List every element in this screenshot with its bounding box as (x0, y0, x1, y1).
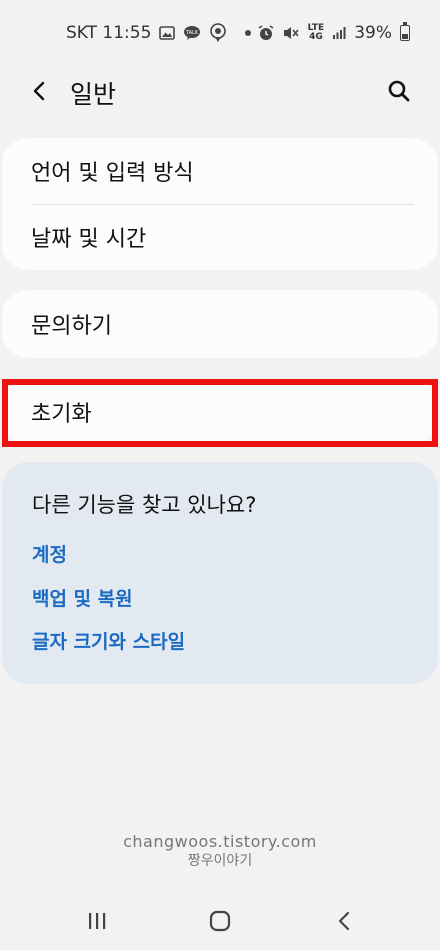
navigation-bar (0, 890, 440, 950)
search-icon (388, 80, 410, 102)
back-nav-button[interactable] (329, 906, 359, 936)
svg-text:TALK: TALK (185, 30, 199, 36)
suggestions-title: 다른 기능을 찾고 있나요? (32, 493, 257, 517)
status-left: SKT 11:55 TALK (66, 23, 252, 43)
list-item-contact-us[interactable]: 문의하기 (2, 291, 438, 357)
settings-group-contact: 문의하기 (2, 290, 438, 358)
list-item-label: 문의하기 (31, 314, 112, 339)
watermark-text: 짱우이야기 (187, 853, 253, 869)
back-button[interactable] (24, 76, 54, 106)
list-item-label: 날짜 및 시간 (31, 227, 147, 252)
network-type: LTE 4G (308, 24, 325, 42)
location-icon (209, 23, 227, 43)
search-button[interactable] (384, 76, 414, 106)
settings-group-language-date: 언어 및 입력 방식 날짜 및 시간 (2, 138, 438, 270)
image-icon (159, 26, 176, 40)
page-title: 일반 (70, 80, 117, 109)
home-button[interactable] (205, 906, 235, 936)
recent-apps-button[interactable] (82, 906, 112, 936)
suggestion-link-account[interactable]: 계정 (32, 540, 67, 567)
list-item-label: 초기화 (31, 402, 92, 427)
talk-icon: TALK (183, 25, 201, 41)
list-item-reset[interactable]: 초기화 (2, 379, 438, 445)
status-bar: SKT 11:55 TALK LTE 4G 39% (0, 0, 440, 66)
list-item-date-time[interactable]: 날짜 및 시간 (2, 204, 438, 270)
chevron-left-icon (33, 81, 45, 101)
alarm-icon (258, 25, 274, 41)
settings-group-reset: 초기화 (2, 380, 438, 444)
battery-icon (400, 22, 410, 41)
list-item-language-input[interactable]: 언어 및 입력 방식 (2, 138, 438, 204)
battery-percent: 39% (354, 23, 392, 43)
mute-icon (282, 25, 300, 41)
network-sub-label: 4G (309, 32, 323, 42)
suggestion-link-font-size-style[interactable]: 글자 크기와 스타일 (32, 627, 185, 654)
status-right: LTE 4G 39% (258, 22, 410, 43)
app-bar: 일반 (0, 66, 440, 116)
suggestions-card: 다른 기능을 찾고 있나요? 계정 백업 및 복원 글자 크기와 스타일 (2, 462, 438, 684)
recent-apps-icon (89, 913, 106, 929)
home-icon (209, 910, 231, 932)
signal-icon (332, 26, 346, 40)
watermark-url: changwoos.tistory.com (123, 832, 317, 851)
back-icon (338, 911, 350, 931)
notification-dot (245, 30, 252, 36)
list-item-label: 언어 및 입력 방식 (31, 161, 194, 186)
carrier-time: SKT 11:55 (66, 23, 152, 43)
suggestion-link-backup-restore[interactable]: 백업 및 복원 (32, 584, 133, 611)
